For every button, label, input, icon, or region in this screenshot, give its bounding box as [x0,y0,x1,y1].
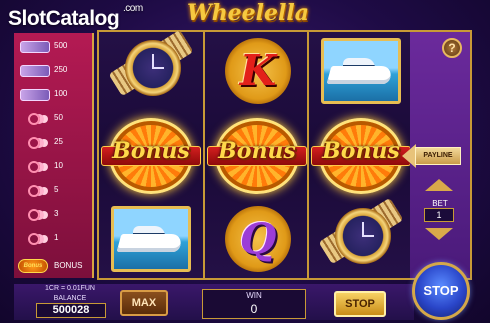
help-button[interactable]: ? [442,38,462,58]
car-icon [20,89,50,101]
watch-symbol [315,197,407,276]
reel-area: Bonus K Bonus Q Bonus [97,29,411,280]
paytable-row: 3 [14,207,94,223]
letter-symbol-q: Q [211,204,303,276]
ring-icon [28,113,40,125]
bonus-icon: Bonus [18,259,48,273]
brand-part1: Slot [8,7,46,30]
arrow-left-icon [402,144,416,168]
paytable-bonus-row: Bonus BONUS [18,258,92,274]
ring-icon [28,137,40,149]
ring-icon [28,185,40,197]
bonus-text: Bonus [218,138,296,164]
bet-increase-button[interactable] [425,179,453,191]
ring-icon [28,209,40,221]
bonus-symbol: Bonus [311,118,411,194]
game-title: Wheelella [186,0,310,26]
paytable-value: 1 [54,233,59,242]
paytable-value: 250 [54,65,68,74]
bonus-symbol: Bonus [207,118,307,194]
spin-stop-button[interactable]: STOP [412,262,470,320]
paytable-row: 500 [14,39,94,55]
paytable-value: 10 [54,161,63,170]
ring-icon [28,161,40,173]
reel-1: Bonus [99,29,203,278]
credit-rate: 1CR = 0.01FUN [45,285,95,292]
brand-logo: SlotCatalog .com [8,3,143,31]
balance-label: BALANCE [53,295,87,302]
watch-symbol [105,29,197,108]
brand-suffix: .com [123,3,143,14]
balance-value: 500028 [36,303,106,318]
paytable-bonus-label: BONUS [54,261,83,270]
brand-part2: Catalog [45,7,120,30]
win-label: WIN [246,291,262,300]
letter-text: K [239,46,277,95]
bet-value: 1 [424,208,454,222]
paytable-value: 3 [54,209,59,218]
payline-indicator: PAYLINE [402,144,461,168]
win-value: 0 [250,302,258,316]
paytable-row: 50 [14,111,94,127]
paytable: 500 250 100 50 25 10 5 3 1 Bonus BONUS [14,33,94,278]
bonus-text: Bonus [322,138,400,164]
yacht-symbol [315,36,407,108]
ring-icon [28,233,40,245]
bet-decrease-button[interactable] [425,228,453,240]
bonus-text: Bonus [112,138,190,164]
letter-symbol-k: K [211,36,303,108]
stop-button[interactable]: STOP [334,291,386,317]
watch-icon [20,41,50,53]
yacht-icon [20,65,50,77]
paytable-row: 250 [14,63,94,79]
paytable-value: 500 [54,41,68,50]
paytable-row: 5 [14,183,94,199]
paytable-row: 1 [14,231,94,247]
paytable-value: 50 [54,113,63,122]
max-bet-button[interactable]: MAX [120,290,168,316]
bet-label: BET [432,199,448,208]
paytable-row: 100 [14,87,94,103]
paytable-value: 5 [54,185,59,194]
payline-label: PAYLINE [415,147,461,165]
letter-text: Q [239,214,277,263]
reel-2: K Bonus Q [203,32,307,278]
paytable-value: 100 [54,89,68,98]
yacht-symbol [105,204,197,276]
reel-3: Bonus [307,32,411,278]
bonus-symbol: Bonus [101,118,201,194]
paytable-row: 10 [14,159,94,175]
paytable-value: 25 [54,137,63,146]
paytable-row: 25 [14,135,94,151]
